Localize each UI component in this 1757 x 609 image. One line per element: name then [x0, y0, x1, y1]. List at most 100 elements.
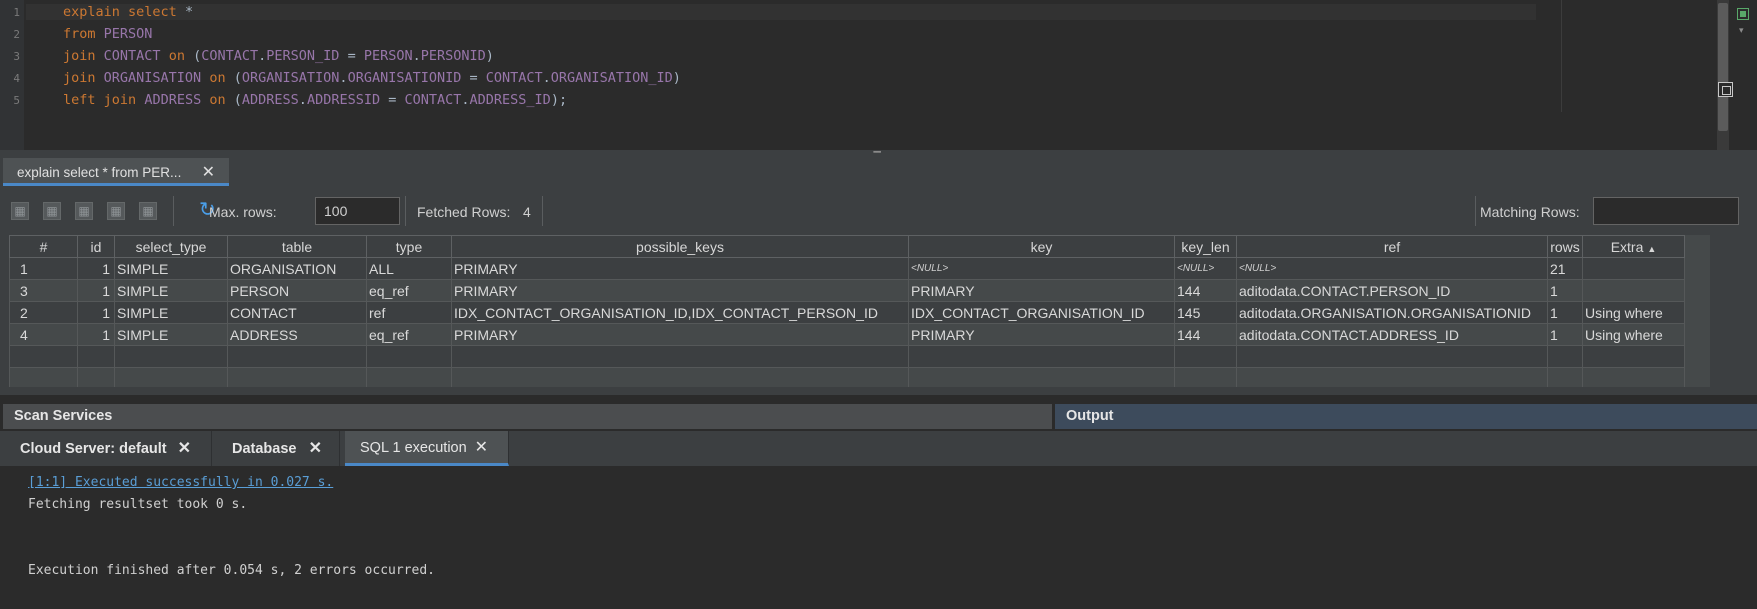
- code-line[interactable]: from PERSON: [63, 26, 152, 42]
- table-cell[interactable]: 1: [9, 257, 78, 280]
- table-cell[interactable]: aditodata.ORGANISATION.ORGANISATIONID: [1236, 301, 1548, 324]
- table-cell[interactable]: eq_ref: [366, 323, 452, 346]
- column-header[interactable]: table: [227, 235, 367, 258]
- table-cell[interactable]: IDX_CONTACT_ORGANISATION_ID: [908, 301, 1175, 324]
- table-cell[interactable]: aditodata.CONTACT.PERSON_ID: [1236, 279, 1548, 302]
- table-cell[interactable]: PRIMARY: [451, 257, 909, 280]
- result-table[interactable]: # id select_type table type possible_keys key k…: [9, 235, 1685, 387]
- table-row[interactable]: 3 1 SIMPLE PERSON eq_ref PRIMARY PRIMARY 144 adi…: [9, 279, 1685, 302]
- table-cell[interactable]: [1174, 367, 1237, 387]
- output-header[interactable]: Output: [1055, 404, 1757, 429]
- table-cell[interactable]: SIMPLE: [114, 279, 228, 302]
- table-cell[interactable]: [227, 345, 367, 368]
- table-cell[interactable]: [1582, 257, 1685, 280]
- table-cell[interactable]: 3: [9, 279, 78, 302]
- table-cell[interactable]: [908, 345, 1175, 368]
- column-header[interactable]: key: [908, 235, 1175, 258]
- table-cell[interactable]: PRIMARY: [451, 323, 909, 346]
- analysis-status-icon[interactable]: [1737, 8, 1749, 20]
- table-cell[interactable]: [9, 345, 78, 368]
- table-cell[interactable]: 144: [1174, 279, 1237, 302]
- matching-rows-filter-input[interactable]: [1593, 197, 1739, 225]
- table-cell[interactable]: aditodata.CONTACT.ADDRESS_ID: [1236, 323, 1548, 346]
- table-cell[interactable]: PRIMARY: [451, 279, 909, 302]
- table-cell[interactable]: [908, 367, 1175, 387]
- table-cell[interactable]: 144: [1174, 323, 1237, 346]
- table-row[interactable]: 4 1 SIMPLE ADDRESS eq_ref PRIMARY PRIMARY 144 ad…: [9, 323, 1685, 346]
- last-page-grid-icon[interactable]: ▦: [107, 202, 125, 220]
- code-line[interactable]: join CONTACT on (CONTACT.PERSON_ID = PER…: [63, 48, 494, 64]
- table-row[interactable]: 2 1 SIMPLE CONTACT ref IDX_CONTACT_ORGANISATI…: [9, 301, 1685, 324]
- table-row[interactable]: 1 1 SIMPLE ORGANISATION ALL PRIMARY <NULL> <NUL…: [9, 257, 1685, 280]
- editor-scrollbar-thumb[interactable]: [1718, 3, 1728, 131]
- column-header[interactable]: key_len: [1174, 235, 1237, 258]
- table-cell[interactable]: [77, 367, 115, 387]
- table-cell[interactable]: 1: [1547, 323, 1583, 346]
- result-grid[interactable]: # id select_type table type possible_keys key k…: [9, 235, 1710, 387]
- scan-services-header[interactable]: Scan Services: [3, 404, 1052, 429]
- table-cell[interactable]: PERSON: [227, 279, 367, 302]
- table-cell[interactable]: [114, 345, 228, 368]
- tab-database[interactable]: Database ✕: [212, 431, 340, 466]
- current-code-line[interactable]: explain select *: [26, 4, 1536, 20]
- table-cell[interactable]: Using where: [1582, 301, 1685, 324]
- table-cell[interactable]: PRIMARY: [908, 279, 1175, 302]
- table-cell[interactable]: SIMPLE: [114, 257, 228, 280]
- max-rows-input[interactable]: [315, 197, 400, 225]
- next-page-grid-icon[interactable]: ▦: [75, 202, 93, 220]
- code-line[interactable]: join ORGANISATION on (ORGANISATION.ORGAN…: [63, 70, 681, 86]
- table-cell[interactable]: 145: [1174, 301, 1237, 324]
- table-cell[interactable]: <NULL>: [1174, 257, 1237, 280]
- table-cell[interactable]: 1: [77, 301, 115, 324]
- table-cell[interactable]: [77, 345, 115, 368]
- table-cell[interactable]: Using where: [1582, 323, 1685, 346]
- result-tab[interactable]: explain select * from PER... ✕: [3, 158, 229, 186]
- table-cell[interactable]: ADDRESS: [227, 323, 367, 346]
- empty-table-row[interactable]: [9, 345, 1685, 368]
- table-cell[interactable]: [451, 345, 909, 368]
- table-cell[interactable]: 1: [77, 279, 115, 302]
- close-icon[interactable]: ✕: [475, 437, 488, 457]
- table-cell[interactable]: 1: [77, 257, 115, 280]
- table-cell[interactable]: [1582, 279, 1685, 302]
- table-cell[interactable]: [1582, 345, 1685, 368]
- table-cell[interactable]: 2: [9, 301, 78, 324]
- column-header[interactable]: #: [9, 235, 78, 258]
- table-cell[interactable]: PRIMARY: [908, 323, 1175, 346]
- empty-table-row[interactable]: [9, 367, 1685, 387]
- table-cell[interactable]: [1236, 345, 1548, 368]
- column-header[interactable]: rows: [1547, 235, 1583, 258]
- execution-result-link[interactable]: [1:1] Executed successfully in 0.027 s.: [28, 475, 333, 490]
- table-cell[interactable]: <NULL>: [1236, 257, 1548, 280]
- tab-cloud-server[interactable]: Cloud Server: default ✕: [0, 431, 212, 466]
- sql-editor[interactable]: 1 2 3 4 5 explain select * from PERSON join CO…: [0, 0, 1735, 150]
- column-header[interactable]: type: [366, 235, 452, 258]
- table-cell[interactable]: [1547, 345, 1583, 368]
- next-error-arrow-icon[interactable]: ▾: [1739, 25, 1744, 36]
- table-cell[interactable]: 21: [1547, 257, 1583, 280]
- table-cell[interactable]: [1547, 367, 1583, 387]
- table-cell[interactable]: IDX_CONTACT_ORGANISATION_ID,IDX_CONTACT_…: [451, 301, 909, 324]
- table-cell[interactable]: ALL: [366, 257, 452, 280]
- column-header[interactable]: Extra ▲: [1582, 235, 1685, 258]
- tab-sql-execution[interactable]: SQL 1 execution ✕: [345, 431, 509, 466]
- column-header[interactable]: id: [77, 235, 115, 258]
- export-grid-icon[interactable]: ▦: [139, 202, 157, 220]
- table-cell[interactable]: SIMPLE: [114, 301, 228, 324]
- table-cell[interactable]: 1: [77, 323, 115, 346]
- first-page-grid-icon[interactable]: ▦: [11, 202, 29, 220]
- table-cell[interactable]: 1: [1547, 279, 1583, 302]
- table-cell[interactable]: [9, 367, 78, 387]
- table-cell[interactable]: 1: [1547, 301, 1583, 324]
- close-icon[interactable]: ✕: [178, 438, 191, 458]
- code-line[interactable]: left join ADDRESS on (ADDRESS.ADDRESSID …: [63, 92, 567, 108]
- table-cell[interactable]: <NULL>: [908, 257, 1175, 280]
- table-cell[interactable]: [114, 367, 228, 387]
- close-icon[interactable]: ✕: [309, 438, 322, 458]
- table-cell[interactable]: [366, 345, 452, 368]
- table-cell[interactable]: [1582, 367, 1685, 387]
- column-chooser-icon[interactable]: [1718, 82, 1733, 97]
- table-cell[interactable]: [227, 367, 367, 387]
- table-cell[interactable]: eq_ref: [366, 279, 452, 302]
- column-header[interactable]: select_type: [114, 235, 228, 258]
